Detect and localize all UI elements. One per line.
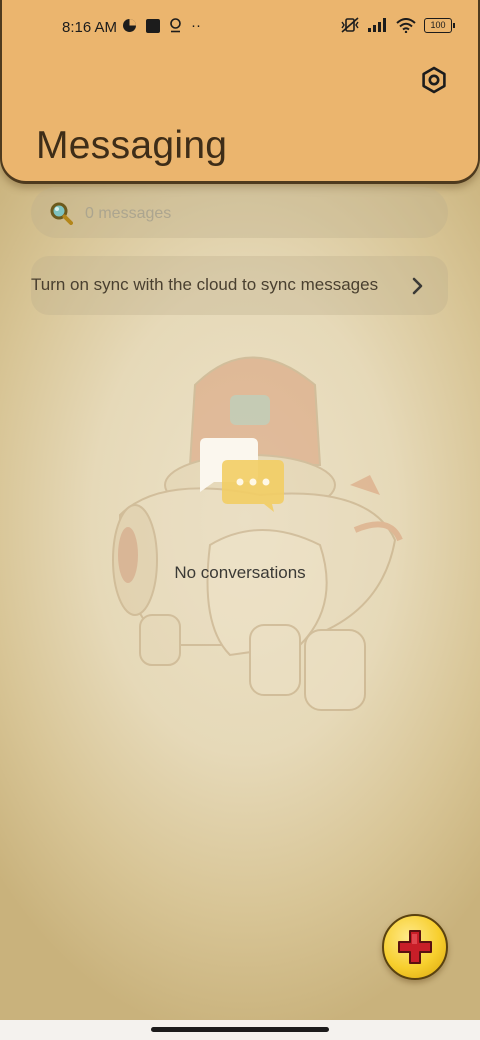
- more-notifications-icon: ··: [191, 17, 201, 34]
- status-bar: 8:16 AM ·· 100: [2, 0, 480, 56]
- location-notification-icon: [170, 18, 181, 33]
- status-icons-right: 100: [340, 17, 455, 33]
- app-notification-icon: [123, 19, 136, 32]
- gear-icon: [422, 66, 446, 94]
- sync-banner[interactable]: Turn on sync with the cloud to sync mess…: [31, 256, 448, 315]
- empty-state-text: No conversations: [174, 563, 306, 582]
- status-icons-left: ··: [122, 17, 201, 34]
- search-icon: [50, 202, 73, 225]
- chat-bubble-icon: [200, 438, 284, 512]
- status-time: 8:16 AM: [62, 19, 118, 36]
- new-message-button[interactable]: [382, 914, 448, 980]
- navigation-bar: [0, 1020, 480, 1040]
- home-indicator[interactable]: [151, 1027, 329, 1032]
- plus-icon: [398, 930, 432, 964]
- chevron-right-icon: [412, 277, 423, 295]
- battery-icon: 100: [424, 17, 455, 33]
- vibrate-off-icon: [341, 17, 359, 33]
- search-input[interactable]: [83, 187, 427, 240]
- search-bar[interactable]: [31, 187, 448, 240]
- signal-icon: [368, 18, 386, 32]
- robot-illustration: [112, 356, 403, 711]
- square-notification-icon: [146, 18, 160, 33]
- page-title: Messaging: [36, 124, 228, 167]
- sync-banner-text: Turn on sync with the cloud to sync mess…: [31, 275, 393, 295]
- wifi-icon: [396, 17, 416, 33]
- sync-banner-label: Turn on sync with the cloud to sync mess…: [31, 275, 379, 294]
- app-header: 8:16 AM ·· 100 Messaging: [0, 0, 480, 184]
- settings-button[interactable]: [420, 66, 448, 94]
